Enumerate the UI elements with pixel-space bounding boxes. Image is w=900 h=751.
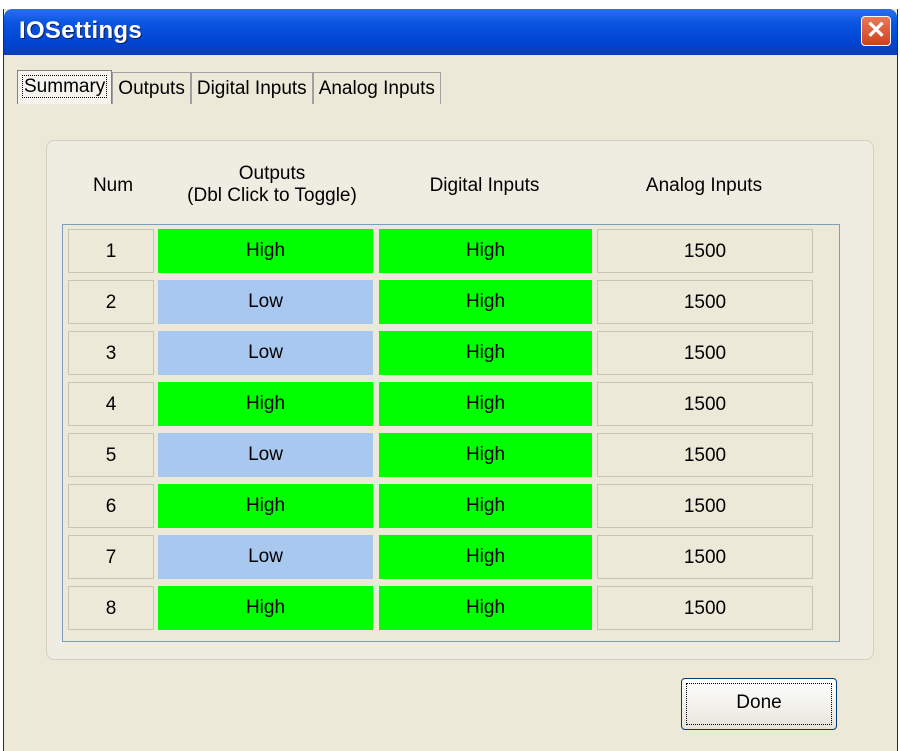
digital-input-cell: High <box>379 586 592 630</box>
analog-input-cell: 1500 <box>597 280 813 324</box>
header-num: Num <box>92 175 134 196</box>
row-num: 4 <box>68 382 154 426</box>
row-num: 3 <box>68 331 154 375</box>
row-num: 6 <box>68 484 154 528</box>
output-cell[interactable]: Low <box>158 433 373 477</box>
close-icon: ✕ <box>865 17 887 44</box>
header-analog-inputs: Analog Inputs <box>645 175 763 196</box>
title-bar[interactable]: IOSettings ✕ <box>4 9 897 55</box>
close-button[interactable]: ✕ <box>861 16 891 46</box>
tab-summary[interactable]: Summary <box>17 70 113 104</box>
output-cell[interactable]: High <box>158 382 373 426</box>
output-cell[interactable]: High <box>158 484 373 528</box>
digital-input-cell: High <box>379 433 592 477</box>
analog-input-cell: 1500 <box>597 382 813 426</box>
digital-input-cell: High <box>379 280 592 324</box>
output-cell[interactable]: Low <box>158 535 373 579</box>
row-num: 5 <box>68 433 154 477</box>
digital-input-cell: High <box>379 484 592 528</box>
analog-input-cell: 1500 <box>597 433 813 477</box>
analog-input-cell: 1500 <box>597 484 813 528</box>
output-cell[interactable]: High <box>158 229 373 273</box>
tab-digital-inputs[interactable]: Digital Inputs <box>190 72 313 104</box>
analog-input-cell: 1500 <box>597 535 813 579</box>
analog-input-cell: 1500 <box>597 331 813 375</box>
digital-input-cell: High <box>379 229 592 273</box>
output-cell[interactable]: Low <box>158 280 373 324</box>
done-button[interactable]: Done <box>681 678 837 730</box>
tab-analog-inputs[interactable]: Analog Inputs <box>312 72 441 104</box>
tab-summary-label: Summary <box>21 75 108 98</box>
analog-input-cell: 1500 <box>597 586 813 630</box>
header-outputs-line2: (Dbl Click to Toggle) <box>187 185 357 206</box>
row-num: 1 <box>68 229 154 273</box>
header-digital-inputs: Digital Inputs <box>429 175 540 196</box>
digital-input-cell: High <box>379 331 592 375</box>
header-outputs: Outputs (Dbl Click to Toggle) <box>160 163 384 207</box>
analog-input-cell: 1500 <box>597 229 813 273</box>
row-num: 8 <box>68 586 154 630</box>
tab-strip: Summary Outputs Digital Inputs Analog In… <box>17 70 441 104</box>
window-title: IOSettings <box>19 17 143 44</box>
digital-input-cell: High <box>379 535 592 579</box>
header-outputs-line1: Outputs <box>238 163 306 184</box>
output-cell[interactable]: High <box>158 586 373 630</box>
digital-input-cell: High <box>379 382 592 426</box>
tab-outputs[interactable]: Outputs <box>112 72 191 104</box>
io-summary-grid: 1 High High 1500 2 Low High 1500 3 Low High 1500 4 Hi… <box>62 224 840 642</box>
focus-rect <box>686 683 832 725</box>
row-num: 2 <box>68 280 154 324</box>
output-cell[interactable]: Low <box>158 331 373 375</box>
row-num: 7 <box>68 535 154 579</box>
